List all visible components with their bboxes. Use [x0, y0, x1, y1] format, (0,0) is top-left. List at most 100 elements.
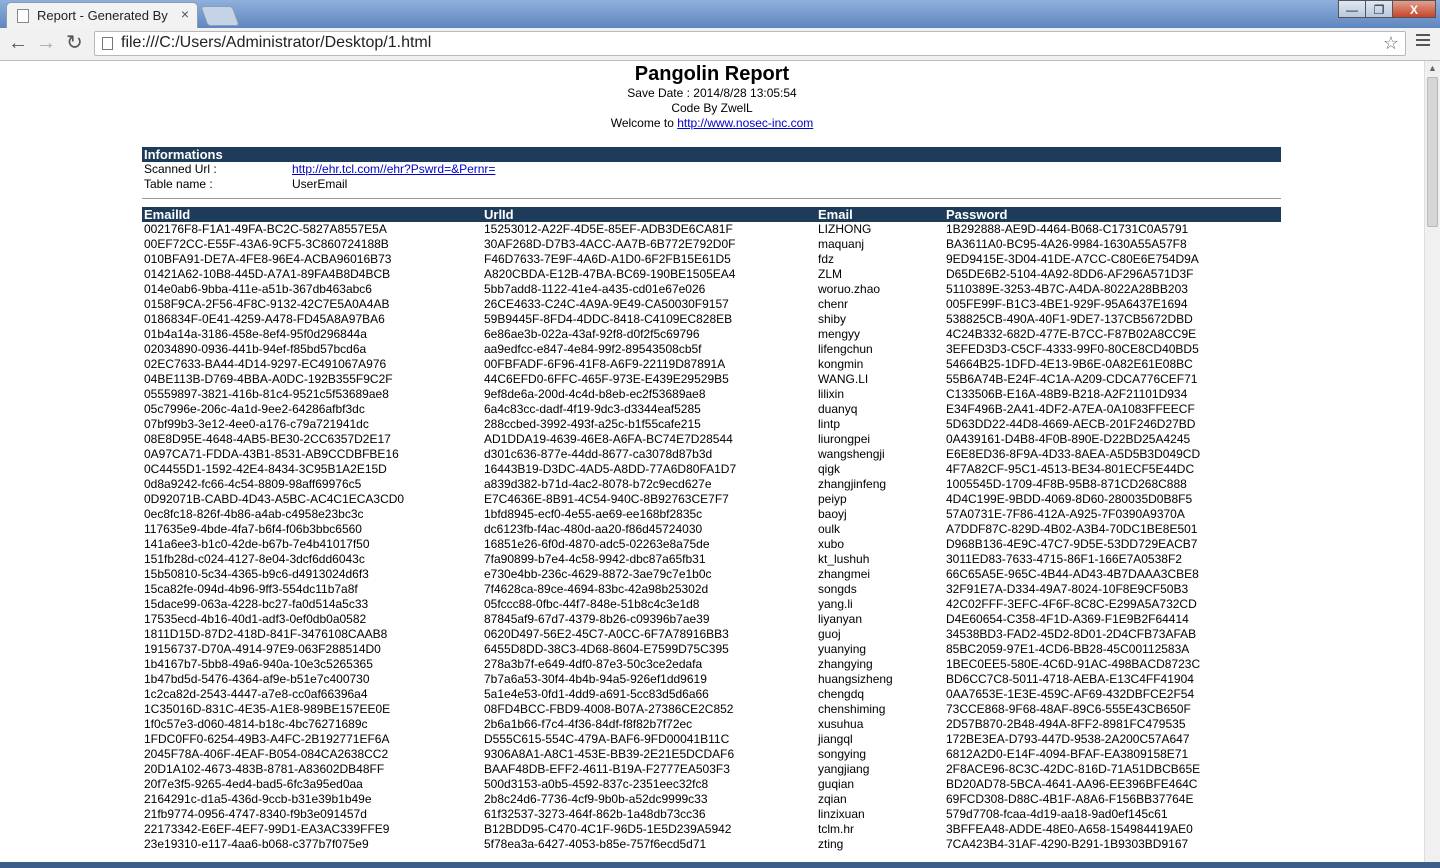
table-cell: 2D57B870-2B48-494A-8FF2-8981FC479535	[946, 717, 1186, 731]
table-cell: 0C4455D1-1592-42E4-8434-3C95B1A2E15D	[144, 462, 387, 476]
table-cell: 0620D497-56E2-45C7-A0CC-6F7A78916BB3	[484, 627, 729, 641]
table-cell: qigk	[818, 462, 841, 476]
scroll-up-icon[interactable]: ▲	[1428, 63, 1437, 73]
new-tab-button[interactable]	[200, 6, 240, 26]
table-row: 08E8D95E-4648-4AB5-BE30-2CC6357D2E17 AD1D…	[142, 432, 1281, 447]
table-row: 010BFA91-DE7A-4FE8-96E4-ACBA96016B73 F46D…	[142, 252, 1281, 267]
table-row: 07bf99b3-3e12-4ee0-a176-c79a721941dc 288c…	[142, 417, 1281, 432]
table-row: 2045F78A-406F-4EAF-B054-084CA2638CC2 9306…	[142, 747, 1281, 762]
table-cell: 16851e26-6f0d-4870-adc5-02263e8a75de	[484, 537, 710, 551]
table-cell: chenshiming	[818, 702, 886, 716]
table-cell: 0ec8fc18-826f-4b86-a4ab-c4958e23bc3c	[144, 507, 364, 521]
table-cell: yuanying	[818, 642, 867, 656]
scrollbar-thumb[interactable]	[1427, 77, 1438, 227]
table-cell: liyanyan	[818, 612, 863, 626]
table-cell: 05fccc88-0fbc-44f7-848e-51b8c4c3e1d8	[484, 597, 700, 611]
table-cell: 00EF72CC-E55F-43A6-9CF5-3C860724188B	[144, 237, 389, 251]
table-cell: 21fb9774-0956-4747-8340-f9b3e091457d	[144, 807, 367, 821]
scanned-url-label: Scanned Url :	[144, 162, 217, 176]
table-cell: ZLM	[818, 267, 842, 281]
column-header: UrlId	[482, 207, 816, 222]
table-row: 0d8a9242-fc66-4c54-8809-98aff69976c5 a839…	[142, 477, 1281, 492]
table-cell: B12BDD95-C470-4C1F-96D5-1E5D239A5942	[484, 822, 732, 836]
table-cell: 15dace99-063a-4228-bc27-fa0d514a5c33	[144, 597, 369, 611]
table-cell: A7DDF87C-829D-4B02-A3B4-70DC1BE8E501	[946, 522, 1198, 536]
table-row: 1b4167b7-5bb8-49a6-940a-10e3c5265365 278a…	[142, 657, 1281, 672]
table-cell: yang.li	[818, 597, 853, 611]
table-cell: 6812A2D0-E14F-4094-BFAF-EA3809158E71	[946, 747, 1189, 761]
table-cell: 15ca82fe-094d-4b96-9ff3-554dc11b7a8f	[144, 582, 358, 596]
welcome-link[interactable]: http://www.nosec-inc.com	[677, 116, 813, 130]
minimize-button[interactable]: —	[1338, 0, 1366, 18]
menu-icon[interactable]	[1416, 34, 1430, 49]
table-cell: duanyq	[818, 402, 858, 416]
table-row: 002176F8-F1A1-49FA-BC2C-5827A8557E5A 1525…	[142, 222, 1281, 237]
table-cell: 19156737-D70A-4914-97E9-063F288514D0	[144, 642, 381, 656]
column-header: EmailId	[142, 207, 482, 222]
table-row: 0A97CA71-FDDA-43B1-8531-AB9CCDBFBE16 d301…	[142, 447, 1281, 462]
forward-icon[interactable]: →	[36, 32, 56, 54]
table-cell: 1b4167b7-5bb8-49a6-940a-10e3c5265365	[144, 657, 373, 671]
close-tab-icon[interactable]: ×	[181, 6, 189, 22]
table-cell: 3BFFEA48-ADDE-48E0-A658-154984419AE0	[946, 822, 1193, 836]
table-cell: 172BE3EA-D793-447D-9538-2A200C57A647	[946, 732, 1190, 746]
close-window-button[interactable]: X	[1392, 0, 1436, 18]
save-date: Save Date : 2014/8/28 13:05:54	[627, 86, 797, 100]
address-bar[interactable]: file:///C:/Users/Administrator/Desktop/1…	[94, 31, 1406, 56]
table-cell: 4C24B332-682D-477E-B7CC-F87B02A8CC9E	[946, 327, 1197, 341]
url-text[interactable]: file:///C:/Users/Administrator/Desktop/1…	[121, 34, 431, 52]
table-cell: mengyy	[818, 327, 861, 341]
table-cell: fdz	[818, 252, 835, 266]
table-cell: 1C35016D-831C-4E35-A1E8-989BE157EE0E	[144, 702, 391, 716]
table-cell: chengdq	[818, 687, 865, 701]
bookmark-star-icon[interactable]: ☆	[1383, 33, 1399, 54]
browser-tab[interactable]: Report - Generated By ×	[6, 2, 198, 28]
table-cell: C133506B-E16A-48B9-B218-A2F21101D934	[946, 387, 1188, 401]
table-name-row: Table name : UserEmail	[142, 177, 1281, 192]
table-cell: chenr	[818, 297, 849, 311]
table-cell: BD20AD78-5BCA-4641-AA96-EE396BFE464C	[946, 777, 1198, 791]
table-cell: yangjiang	[818, 762, 870, 776]
table-cell: F46D7633-7E9F-4A6D-A1D0-6F2FB15E61D5	[484, 252, 731, 266]
scanned-url-link[interactable]: http://ehr.tcl.com//ehr?Pswrd=&Pernr=	[292, 162, 495, 177]
table-cell: 16443B19-D3DC-4AD5-A8DD-77A6D80FA1D7	[484, 462, 737, 476]
table-row: 2164291c-d1a5-436d-9ccb-b31e39b1b49e 2b8c…	[142, 792, 1281, 807]
reload-icon[interactable]: ↻	[66, 32, 83, 54]
table-cell: a839d382-b71d-4ac2-8078-b72c9ecd627e	[484, 477, 712, 491]
maximize-button[interactable]: ❐	[1365, 0, 1393, 18]
table-row: 15b50810-5c34-4365-b9c6-d4913024d6f3 e730…	[142, 567, 1281, 582]
data-table: EmailId UrlId Email Password 002176F8-F1…	[142, 207, 1281, 852]
scanned-url-row: Scanned Url : http://ehr.tcl.com//ehr?Ps…	[142, 162, 1281, 177]
table-row: 117635e9-4bde-4fa7-b6f4-f06b3bbc6560 dc61…	[142, 522, 1281, 537]
table-cell: huangsizheng	[818, 672, 893, 686]
table-cell: zting	[818, 837, 844, 851]
welcome-prefix: Welcome to	[610, 116, 678, 130]
table-cell: 17535ecd-4b16-40d1-adf3-0ef0db0a0582	[144, 612, 367, 626]
table-cell: 54664B25-1DFD-4E13-9B6E-0A82E61E08BC	[946, 357, 1193, 371]
table-cell: 5f78ea3a-6427-4053-b85e-757f6ecd5d71	[484, 837, 707, 851]
table-cell: D555C615-554C-479A-BAF6-9FD00041B11C	[484, 732, 730, 746]
table-cell: shiby	[818, 312, 847, 326]
table-cell: 1bfd8945-ecf0-4e55-ae69-ee168bf2835c	[484, 507, 703, 521]
vertical-scrollbar[interactable]: ▲	[1424, 61, 1440, 868]
table-cell: 278a3b7f-e649-4df0-87e3-50c3ce2edafa	[484, 657, 703, 671]
table-row: 15ca82fe-094d-4b96-9ff3-554dc11b7a8f 7f46…	[142, 582, 1281, 597]
table-row: 1b47bd5d-5476-4364-af9e-b51e7c400730 7b7a…	[142, 672, 1281, 687]
table-cell: 04BE113B-D769-4BBA-A0DC-192B355F9C2F	[144, 372, 393, 386]
table-cell: 141a6ee3-b1c0-42de-b67b-7e4b41017f50	[144, 537, 370, 551]
table-cell: songds	[818, 582, 857, 596]
table-cell: D4E60654-C358-4F1D-A369-F1E9B2F64414	[946, 612, 1189, 626]
table-cell: 0A97CA71-FDDA-43B1-8531-AB9CCDBFBE16	[144, 447, 399, 461]
table-cell: woruo.zhao	[818, 282, 881, 296]
table-cell: 05559897-3821-416b-81c4-9521c5f53689ae8	[144, 387, 389, 401]
table-cell: 6e86ae3b-022a-43af-92f8-d0f2f5c69796	[484, 327, 700, 341]
table-cell: wangshengji	[818, 447, 885, 461]
column-header: Email	[816, 207, 944, 222]
browser-toolbar: ← → ↻ file:///C:/Users/Administrator/Des…	[0, 28, 1440, 61]
table-cell: 61f32537-3273-464f-862b-1a48db73cc36	[484, 807, 706, 821]
table-cell: 3EFED3D3-C5CF-4333-99F0-80CE8CD40BD5	[946, 342, 1199, 356]
back-icon[interactable]: ←	[8, 32, 28, 54]
table-cell: 02EC7633-BA44-4D14-9297-EC491067A976	[144, 357, 387, 371]
tab-title: Report - Generated By	[37, 8, 168, 23]
table-row: 19156737-D70A-4914-97E9-063F288514D0 6455…	[142, 642, 1281, 657]
